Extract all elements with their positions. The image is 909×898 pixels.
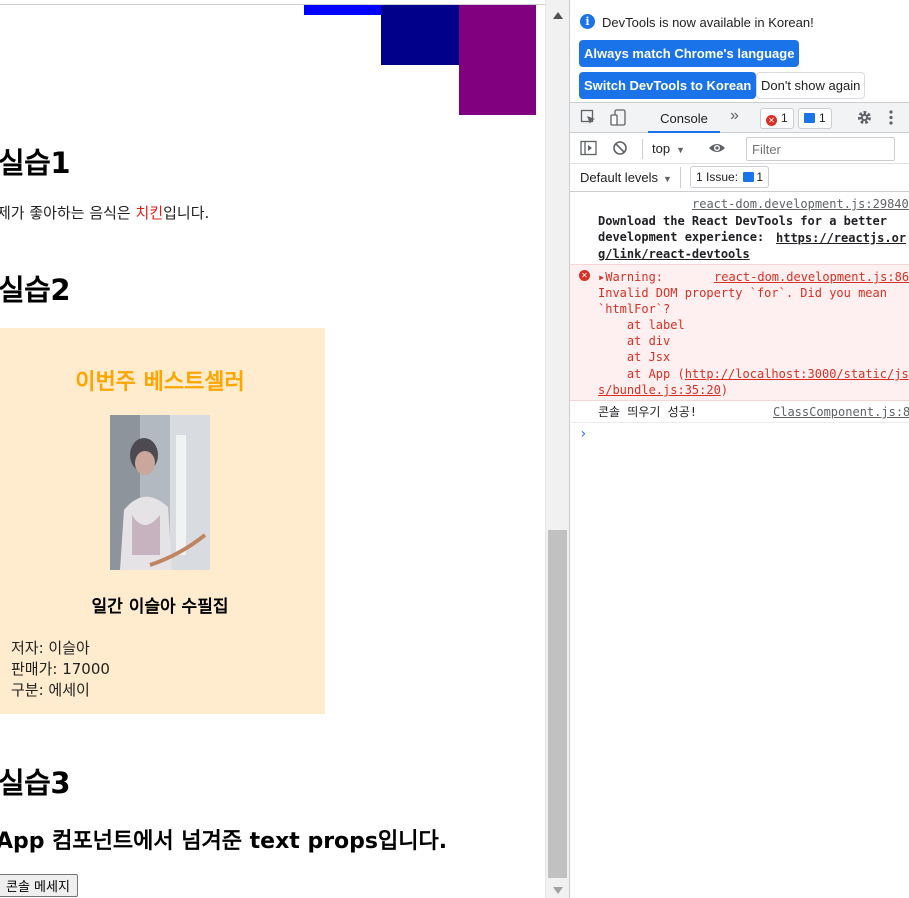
- issues-badge[interactable]: 1 Issue: 1: [690, 166, 770, 188]
- practice2-heading: 실습2: [0, 273, 71, 307]
- stack-frame-label: at label: [598, 318, 685, 332]
- practice1-heading: 실습1: [0, 146, 71, 180]
- practice3-heading: 실습3: [0, 766, 71, 800]
- stack-frame-tail: ): [720, 383, 729, 397]
- navy-box: [381, 5, 459, 65]
- device-toolbar-icon[interactable]: [610, 109, 627, 130]
- levels-chevron-down-icon: ▼: [663, 174, 672, 184]
- context-selector[interactable]: top ▼: [652, 141, 685, 156]
- log-source-link[interactable]: react-dom.development.js:29840: [692, 196, 909, 212]
- scrollbar-thumb[interactable]: [548, 530, 567, 878]
- warning-source-link[interactable]: react-dom.development.js:86: [714, 269, 909, 285]
- more-options-icon[interactable]: [888, 109, 894, 130]
- issues-label: 1 Issue:: [696, 170, 739, 184]
- props-text: App 컴포넌트에서 넘겨준 text props입니다.: [0, 829, 448, 854]
- message-count: 1: [819, 111, 826, 125]
- divider: [680, 167, 681, 188]
- settings-gear-icon[interactable]: [856, 109, 873, 130]
- warning-line-2: `htmlFor`?: [598, 302, 671, 316]
- chevron-down-icon: ▼: [676, 145, 685, 155]
- error-icon: ✕: [579, 270, 590, 281]
- stack-frame-div: at div: [598, 334, 671, 348]
- clear-console-icon[interactable]: [612, 140, 628, 160]
- switch-korean-button[interactable]: Switch DevTools to Korean: [579, 72, 757, 99]
- stack-frame-link[interactable]: http://localhost:3000/static/js: [685, 367, 909, 381]
- default-levels-dropdown[interactable]: Default levels ▼: [580, 170, 672, 185]
- purple-box: [459, 5, 536, 115]
- log-source-link[interactable]: ClassComponent.js:8: [773, 404, 909, 420]
- infobar-message: DevTools is now available in Korean!: [602, 15, 814, 30]
- page-scrollbar[interactable]: [545, 0, 569, 898]
- page-viewport: 실습1 제가 좋아하는 음식은 치킨입니다. 실습2 이번주 베스트셀러 일간 …: [0, 0, 545, 898]
- inspect-element-icon[interactable]: [580, 109, 597, 130]
- scroll-up-arrow-icon[interactable]: [553, 12, 563, 19]
- more-tabs-icon[interactable]: »: [730, 107, 739, 125]
- issues-count: 1: [756, 170, 764, 184]
- dont-show-again-button[interactable]: Don't show again: [756, 72, 866, 99]
- stack-frame-jsx: at Jsx: [598, 350, 671, 364]
- log-link-continued[interactable]: g/link/react-devtools: [598, 246, 750, 262]
- favorite-food-text: 제가 좋아하는 음식은 치킨입니다.: [0, 202, 209, 223]
- message-count-badge[interactable]: 1: [798, 108, 832, 129]
- devtools-panel: i DevTools is now available in Korean! A…: [569, 0, 909, 898]
- book-cover-image: [110, 415, 210, 570]
- console-log-warning: ✕ ▸Warning: react-dom.development.js:86 …: [570, 264, 909, 401]
- message-icon: [804, 113, 815, 123]
- devtools-tabbar: Console » ✕ 1 1: [570, 102, 909, 133]
- stack-frame-app-continued: s/bundle.js:35:20): [598, 382, 728, 398]
- error-icon: ✕: [766, 115, 777, 126]
- log-link[interactable]: https://reactjs.or: [776, 230, 906, 246]
- book-author: 저자: 이슬아: [11, 639, 90, 657]
- live-expression-eye-icon[interactable]: [708, 141, 726, 159]
- divider: [642, 139, 643, 159]
- match-language-button[interactable]: Always match Chrome's language: [579, 40, 800, 67]
- tab-console[interactable]: Console: [648, 103, 720, 133]
- warning-line-1: Invalid DOM property `for`. Did you mean: [598, 286, 887, 300]
- console-levelbar: Default levels ▼ 1 Issue: 1: [570, 164, 909, 192]
- console-prompt-chevron-icon[interactable]: ›: [579, 426, 587, 442]
- language-infobar: i DevTools is now available in Korean! A…: [570, 0, 909, 102]
- console-log-success: 콘솔 띄우기 성공! ClassComponent.js:8: [570, 401, 909, 423]
- bestseller-banner: 이번주 베스트셀러: [75, 370, 245, 395]
- issues-icon: [743, 172, 755, 182]
- context-label: top: [652, 141, 671, 156]
- log-text: 콘솔 띄우기 성공!: [598, 405, 697, 419]
- console-message-button[interactable]: 콘솔 메세지: [0, 874, 78, 897]
- stack-frame-app: at App (http://localhost:3000/static/js: [598, 366, 909, 382]
- console-log-devtools-hint: react-dom.development.js:29840 Download …: [570, 196, 909, 264]
- favorite-food-highlight: 치킨: [135, 204, 164, 222]
- book-title: 일간 이슬아 수필집: [91, 597, 229, 617]
- warning-prefix[interactable]: ▸Warning:: [598, 269, 663, 285]
- favorite-food-suffix: 입니다.: [163, 204, 210, 222]
- console-filterbar: top ▼: [570, 134, 909, 164]
- stack-frame-link-continued[interactable]: s/bundle.js:35:20: [598, 383, 721, 397]
- scroll-down-arrow-icon[interactable]: [553, 887, 563, 894]
- default-levels-label: Default levels: [580, 170, 659, 185]
- error-count-badge[interactable]: ✕ 1: [760, 108, 794, 129]
- info-icon: i: [580, 14, 595, 29]
- app-root: 실습1 제가 좋아하는 음식은 치킨입니다. 실습2 이번주 베스트셀러 일간 …: [0, 0, 909, 898]
- stack-frame-app-prefix: at App (: [598, 367, 685, 381]
- favorite-food-prefix: 제가 좋아하는 음식은: [0, 204, 136, 222]
- book-price: 판매가: 17000: [11, 660, 110, 678]
- book-category: 구분: 에세이: [11, 681, 90, 699]
- error-count: 1: [781, 111, 788, 125]
- console-filter-input[interactable]: [746, 137, 895, 161]
- blue-box: [304, 5, 381, 15]
- sidebar-toggle-icon[interactable]: [580, 140, 597, 160]
